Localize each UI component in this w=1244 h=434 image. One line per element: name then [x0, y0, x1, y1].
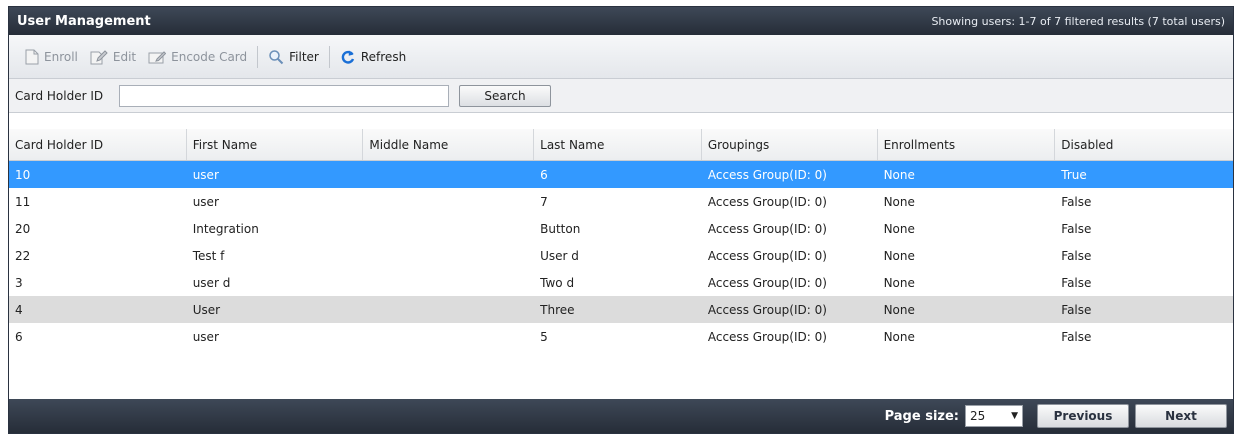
- document-icon: [25, 49, 39, 65]
- cell-first-name: Integration: [192, 221, 259, 236]
- cell-groupings: Access Group(ID: 0): [707, 248, 827, 263]
- table-row[interactable]: 11 user 7 Access Group(ID: 0) None False: [9, 188, 1233, 215]
- column-header-groupings[interactable]: Groupings: [702, 129, 878, 160]
- cell-enrollments: None: [883, 194, 915, 209]
- column-header-middle-name[interactable]: Middle Name: [363, 129, 535, 160]
- title-bar: User Management Showing users: 1-7 of 7 …: [9, 7, 1233, 35]
- refresh-label: Refresh: [360, 49, 407, 64]
- cell-groupings: Access Group(ID: 0): [707, 221, 827, 236]
- edit-button[interactable]: Edit: [84, 45, 142, 69]
- cell-enrollments: None: [883, 302, 915, 317]
- column-header-card-holder-id[interactable]: Card Holder ID: [9, 129, 187, 160]
- cell-disabled: True: [1061, 167, 1087, 182]
- filter-label: Filter: [289, 49, 319, 64]
- cell-first-name: User: [192, 302, 221, 317]
- card-icon: [148, 49, 167, 65]
- toolbar-separator: [328, 45, 330, 68]
- results-summary: Showing users: 1-7 of 7 filtered results…: [931, 14, 1225, 28]
- search-row: Card Holder ID Search: [9, 79, 1233, 113]
- column-header-disabled[interactable]: Disabled: [1055, 129, 1233, 160]
- page-size-select[interactable]: 25 ▼: [965, 405, 1023, 427]
- table-header: Card Holder ID First Name Middle Name La…: [9, 129, 1233, 161]
- enroll-button[interactable]: Enroll: [19, 45, 84, 69]
- card-holder-id-label: Card Holder ID: [15, 88, 104, 103]
- edit-document-icon: [90, 49, 108, 65]
- page-size-value: 25: [970, 409, 986, 423]
- cell-first-name: Test f: [192, 248, 225, 263]
- page-size-label: Page size:: [884, 408, 959, 424]
- refresh-icon: [340, 49, 356, 65]
- cell-first-name: user: [192, 167, 219, 182]
- edit-label: Edit: [112, 49, 137, 64]
- enroll-label: Enroll: [44, 49, 78, 64]
- cell-disabled: False: [1061, 329, 1092, 344]
- cell-disabled: False: [1061, 194, 1092, 209]
- card-holder-id-input[interactable]: [119, 84, 449, 107]
- next-button[interactable]: Next: [1135, 404, 1227, 428]
- encode-card-label: Encode Card: [171, 49, 248, 64]
- cell-card-holder-id: 6: [15, 329, 23, 344]
- cell-enrollments: None: [883, 329, 915, 344]
- chevron-down-icon: ▼: [1011, 411, 1018, 421]
- cell-disabled: False: [1061, 275, 1092, 290]
- table-row[interactable]: 22 Test f User d Access Group(ID: 0) Non…: [9, 242, 1233, 269]
- encode-card-button[interactable]: Encode Card: [142, 45, 253, 69]
- cell-enrollments: None: [883, 275, 915, 290]
- search-button[interactable]: Search: [459, 84, 551, 107]
- cell-first-name: user: [192, 194, 219, 209]
- cell-card-holder-id: 4: [15, 302, 23, 317]
- filter-button[interactable]: Filter: [262, 45, 325, 69]
- pagination-bar: Page size: 25 ▼ Previous Next: [9, 399, 1233, 433]
- table-row[interactable]: 4 User Three Access Group(ID: 0) None Fa…: [9, 296, 1233, 323]
- window-title: User Management: [17, 13, 151, 29]
- cell-card-holder-id: 10: [15, 167, 31, 182]
- table-row[interactable]: 20 Integration Button Access Group(ID: 0…: [9, 215, 1233, 242]
- table-row[interactable]: 6 user 5 Access Group(ID: 0) None False: [9, 323, 1233, 350]
- column-header-last-name[interactable]: Last Name: [534, 129, 702, 160]
- magnifier-icon: [268, 49, 284, 65]
- cell-groupings: Access Group(ID: 0): [707, 194, 827, 209]
- table-row[interactable]: 10 user 6 Access Group(ID: 0) None True: [9, 161, 1233, 188]
- cell-enrollments: None: [883, 248, 915, 263]
- cell-first-name: user: [192, 329, 219, 344]
- cell-last-name: Three: [540, 302, 575, 317]
- cell-card-holder-id: 11: [15, 194, 31, 209]
- previous-button[interactable]: Previous: [1037, 404, 1129, 428]
- column-header-enrollments[interactable]: Enrollments: [878, 129, 1056, 160]
- refresh-button[interactable]: Refresh: [334, 45, 412, 69]
- cell-last-name: 6: [540, 167, 548, 182]
- cell-last-name: Two d: [540, 275, 575, 290]
- users-table: Card Holder ID First Name Middle Name La…: [9, 129, 1233, 350]
- toolbar-separator: [257, 45, 259, 68]
- user-management-window: User Management Showing users: 1-7 of 7 …: [8, 6, 1234, 434]
- cell-groupings: Access Group(ID: 0): [707, 329, 827, 344]
- cell-disabled: False: [1061, 302, 1092, 317]
- cell-enrollments: None: [883, 221, 915, 236]
- cell-card-holder-id: 20: [15, 221, 31, 236]
- cell-enrollments: None: [883, 167, 915, 182]
- cell-groupings: Access Group(ID: 0): [707, 302, 827, 317]
- cell-last-name: 5: [540, 329, 548, 344]
- cell-groupings: Access Group(ID: 0): [707, 275, 827, 290]
- toolbar: Enroll Edit Encode Card Filter Refresh: [9, 35, 1233, 79]
- cell-card-holder-id: 22: [15, 248, 31, 263]
- cell-last-name: User d: [540, 248, 579, 263]
- cell-last-name: Button: [540, 221, 581, 236]
- cell-last-name: 7: [540, 194, 548, 209]
- column-header-first-name[interactable]: First Name: [187, 129, 364, 160]
- cell-first-name: user d: [192, 275, 231, 290]
- cell-groupings: Access Group(ID: 0): [707, 167, 827, 182]
- table-row[interactable]: 3 user d Two d Access Group(ID: 0) None …: [9, 269, 1233, 296]
- cell-card-holder-id: 3: [15, 275, 23, 290]
- cell-disabled: False: [1061, 221, 1092, 236]
- cell-disabled: False: [1061, 248, 1092, 263]
